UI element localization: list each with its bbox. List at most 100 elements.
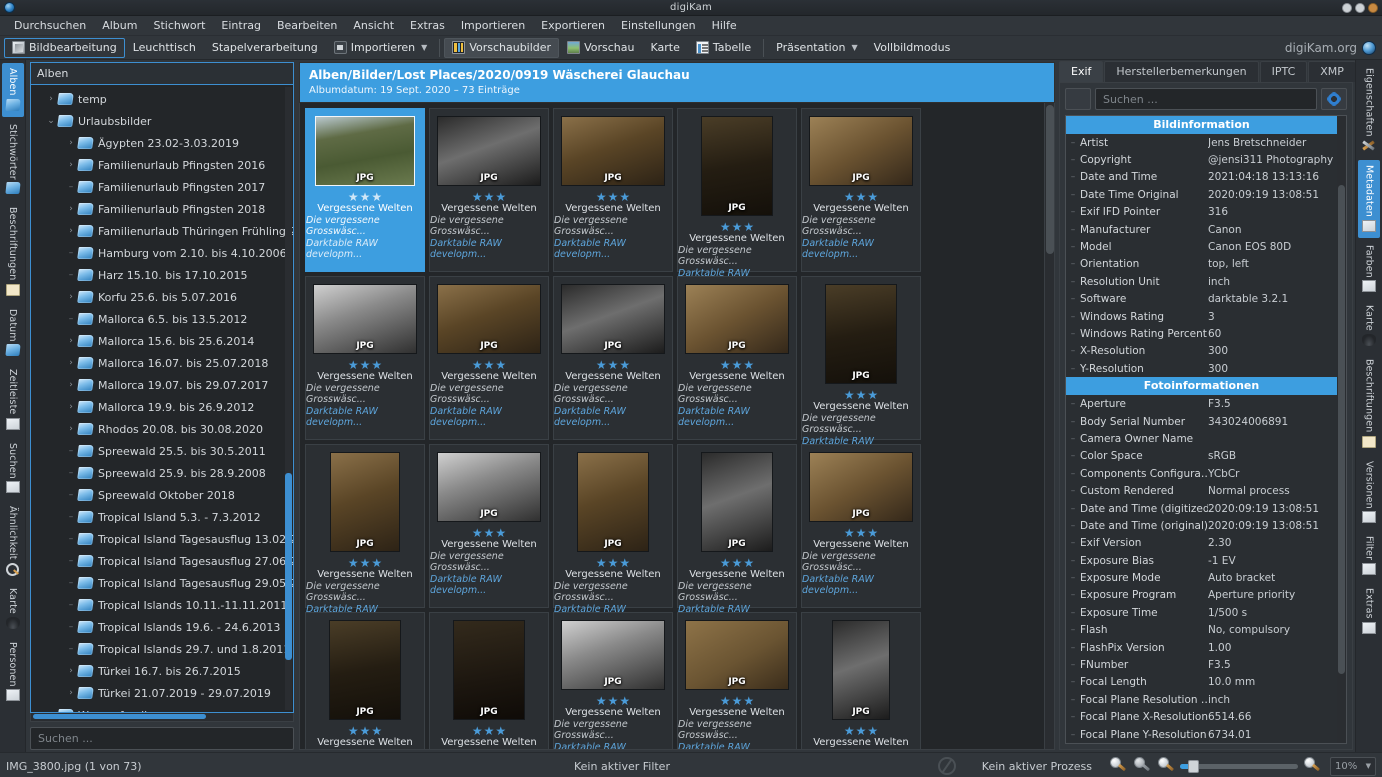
menu-item-album[interactable]: Album: [94, 17, 145, 34]
metadata-row[interactable]: – Date and Time (digitized) 2020:09:19 13:…: [1066, 500, 1337, 517]
zoom-in-icon[interactable]: [1157, 757, 1175, 775]
rating-star-icon[interactable]: ★: [743, 557, 754, 569]
album-tree-item[interactable]: – Spreewald 25.9. bis 28.9.2008: [31, 462, 293, 484]
sidebar-tab-datum[interactable]: Datum: [2, 304, 24, 363]
menu-item-hilfe[interactable]: Hilfe: [704, 17, 745, 34]
thumbnail-cell[interactable]: JPG★★★Vergessene WeltenDie vergessene Gr…: [801, 108, 921, 272]
rating-star-icon[interactable]: ★: [608, 359, 619, 371]
rating-star-icon[interactable]: ★: [844, 527, 855, 539]
chevron-right-icon[interactable]: ›: [65, 336, 77, 346]
thumbnail-image[interactable]: JPG: [437, 452, 541, 522]
rating-star-icon[interactable]: ★: [348, 191, 359, 203]
rating-star-icon[interactable]: ★: [608, 557, 619, 569]
metadata-row[interactable]: – Manufacturer Canon: [1066, 221, 1337, 238]
thumbnail-cell[interactable]: JPG★★★Vergessene WeltenDie vergessene Gr…: [553, 276, 673, 440]
rating-star-icon[interactable]: ★: [867, 389, 878, 401]
rating-star-icon[interactable]: ★: [619, 557, 630, 569]
metadata-tab-exif[interactable]: Exif: [1059, 61, 1104, 82]
tree-leaf-dash-icon[interactable]: –: [65, 446, 77, 456]
album-tree-item[interactable]: › Mallorca 19.9. bis 26.9.2012: [31, 396, 293, 418]
album-tree-item[interactable]: – Tropical Island Tagesausflug 13.02.2015: [31, 528, 293, 550]
metadata-row[interactable]: – Software darktable 3.2.1: [1066, 291, 1337, 308]
menu-item-importieren[interactable]: Importieren: [453, 17, 533, 34]
metadata-row[interactable]: – Windows Rating 3: [1066, 308, 1337, 325]
thumbnail-image[interactable]: JPG: [561, 620, 665, 690]
rating-stars[interactable]: ★ ★ ★: [720, 695, 754, 707]
rating-star-icon[interactable]: ★: [371, 191, 382, 203]
album-tree-item[interactable]: – Tropical Island Tagesausflug 27.06.2014: [31, 550, 293, 572]
thumbnail-image[interactable]: JPG: [561, 284, 665, 354]
thumbnail-image[interactable]: JPG: [315, 116, 415, 186]
thumbnail-image[interactable]: JPG: [809, 116, 913, 186]
album-tree-item[interactable]: › Korfu 25.6. bis 5.07.2016: [31, 286, 293, 308]
metadata-tab-herstellerbemerkungen[interactable]: Herstellerbemerkungen: [1104, 61, 1259, 82]
rating-star-icon[interactable]: ★: [856, 725, 867, 737]
thumbnail-image[interactable]: JPG: [809, 452, 913, 522]
tree-leaf-dash-icon[interactable]: –: [65, 534, 77, 544]
album-tree-item[interactable]: ›We are family: [31, 704, 293, 712]
thumbnail-cell[interactable]: JPG★★★Vergessene WeltenDie vergessene Gr…: [429, 276, 549, 440]
sidebar-tab-extras[interactable]: Extras: [1358, 583, 1380, 640]
album-search-input[interactable]: Suchen ...: [30, 726, 294, 751]
album-tree-vertical-scrollbar[interactable]: [285, 87, 292, 710]
scrollbar-thumb[interactable]: [285, 473, 292, 660]
metadata-row[interactable]: – Color Space sRGB: [1066, 448, 1337, 465]
menu-item-exportieren[interactable]: Exportieren: [533, 17, 613, 34]
thumbnail-grid-scrollbar[interactable]: [1044, 103, 1054, 749]
rating-star-icon[interactable]: ★: [472, 527, 483, 539]
tree-leaf-dash-icon[interactable]: –: [65, 248, 77, 258]
toolbar-button-pr-sentation[interactable]: Präsentation ▼: [768, 38, 865, 58]
album-tree-item[interactable]: – Mallorca 6.5. bis 13.5.2012: [31, 308, 293, 330]
menu-item-ansicht[interactable]: Ansicht: [345, 17, 402, 34]
thumbnail-image[interactable]: JPG: [577, 452, 649, 552]
rating-star-icon[interactable]: ★: [472, 725, 483, 737]
scrollbar-thumb[interactable]: [1338, 185, 1345, 675]
toolbar-button-tabelle[interactable]: Tabelle: [688, 38, 759, 58]
rating-star-icon[interactable]: ★: [371, 725, 382, 737]
scrollbar-thumb[interactable]: [33, 713, 206, 719]
album-tree-item[interactable]: › Mallorca 19.07. bis 29.07.2017: [31, 374, 293, 396]
rating-star-icon[interactable]: ★: [596, 359, 607, 371]
rating-stars[interactable]: ★ ★ ★: [720, 359, 754, 371]
maximize-button[interactable]: [1355, 2, 1365, 13]
album-tree-item[interactable]: › Türkei 21.07.2019 - 29.07.2019: [31, 682, 293, 704]
rating-star-icon[interactable]: ★: [867, 191, 878, 203]
rating-star-icon[interactable]: ★: [608, 191, 619, 203]
zoom-out-icon[interactable]: [1133, 757, 1151, 775]
tree-leaf-dash-icon[interactable]: –: [65, 622, 77, 632]
metadata-row[interactable]: – Exposure Bias -1 EV: [1066, 552, 1337, 569]
thumbnail-cell[interactable]: JPG★★★Vergessene WeltenDie vergessene Gr…: [553, 108, 673, 272]
metadata-row[interactable]: – Camera Owner Name: [1066, 430, 1337, 447]
rating-star-icon[interactable]: ★: [495, 527, 506, 539]
album-tree-item[interactable]: – Spreewald 25.5. bis 30.5.2011: [31, 440, 293, 462]
rating-stars[interactable]: ★ ★ ★: [844, 527, 878, 539]
rating-star-icon[interactable]: ★: [732, 695, 743, 707]
sidebar-tab-karte[interactable]: Karte: [1358, 300, 1380, 352]
metadata-row[interactable]: – Y-Resolution 300: [1066, 360, 1337, 377]
rating-star-icon[interactable]: ★: [856, 527, 867, 539]
rating-star-icon[interactable]: ★: [720, 695, 731, 707]
sidebar-tab-ähnlichkeit[interactable]: Ähnlichkeit: [2, 501, 24, 581]
thumbnail-cell[interactable]: JPG★★★Vergessene WeltenDie vergessene Gr…: [553, 612, 673, 749]
tree-leaf-dash-icon[interactable]: –: [65, 468, 77, 478]
rating-star-icon[interactable]: ★: [348, 359, 359, 371]
metadata-row[interactable]: – Date Time Original 2020:09:19 13:08:51: [1066, 186, 1337, 203]
thumbnail-image[interactable]: JPG: [437, 116, 541, 186]
rating-star-icon[interactable]: ★: [371, 359, 382, 371]
rating-star-icon[interactable]: ★: [495, 359, 506, 371]
rating-stars[interactable]: ★ ★ ★: [720, 557, 754, 569]
rating-star-icon[interactable]: ★: [472, 359, 483, 371]
album-tree-item[interactable]: – Tropical Islands 19.6. - 24.6.2013: [31, 616, 293, 638]
rating-star-icon[interactable]: ★: [495, 725, 506, 737]
sidebar-tab-alben[interactable]: Alben: [1, 63, 24, 117]
thumbnail-cell[interactable]: JPG★★★Vergessene WeltenDie vergessene Gr…: [305, 612, 425, 749]
metadata-options-button[interactable]: [1065, 88, 1091, 110]
rating-star-icon[interactable]: ★: [619, 695, 630, 707]
metadata-row[interactable]: – Focal Plane X-Resolution 6514.66: [1066, 709, 1337, 726]
rating-star-icon[interactable]: ★: [856, 389, 867, 401]
album-tree-item[interactable]: › temp: [31, 88, 293, 110]
rating-star-icon[interactable]: ★: [844, 389, 855, 401]
album-tree-item[interactable]: – Spreewald Oktober 2018: [31, 484, 293, 506]
toolbar-button-leuchttisch[interactable]: Leuchttisch: [125, 38, 204, 58]
thumbnail-grid[interactable]: JPG ★ ★ ★ Vergessene Welten Die vergessene Gr…: [300, 103, 1044, 749]
